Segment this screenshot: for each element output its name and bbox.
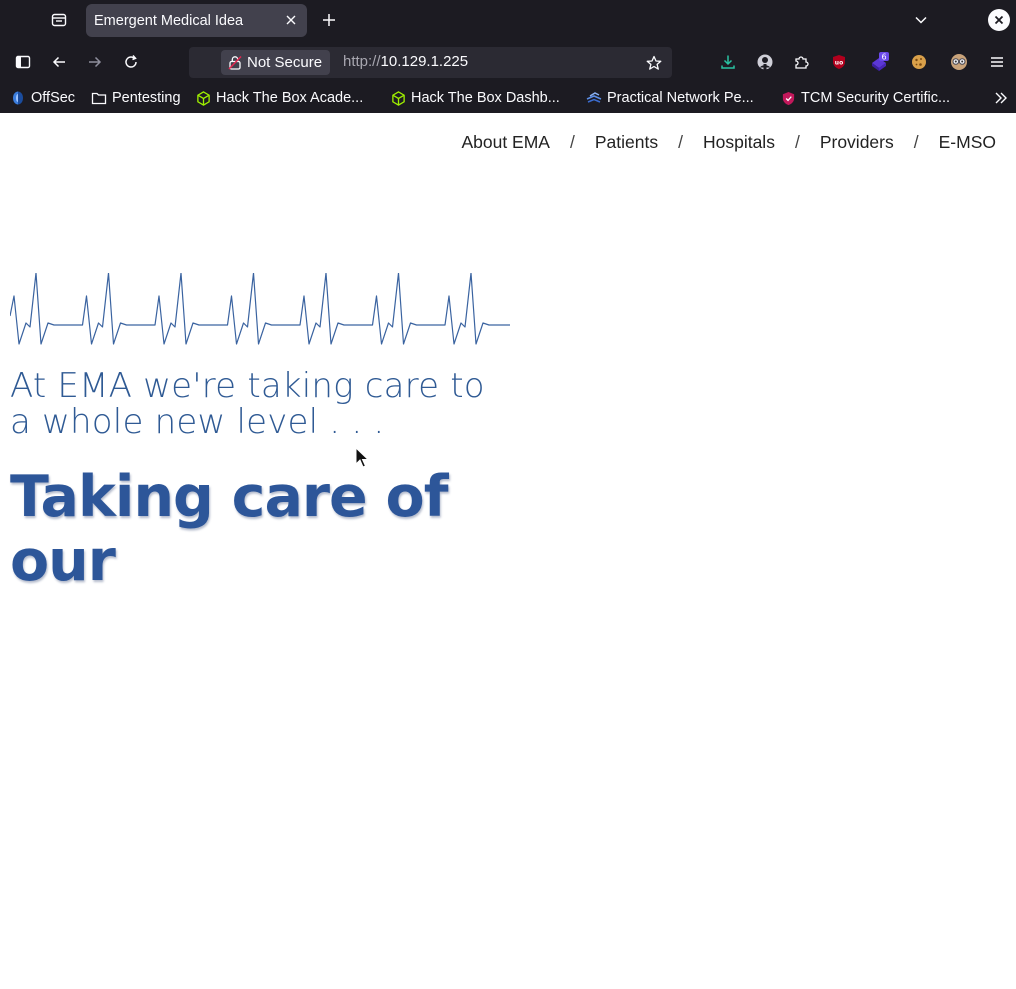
bookmark-label: Pentesting: [112, 90, 181, 106]
bookmark-htb-dashboard[interactable]: Hack The Box Dashb...: [391, 87, 560, 109]
ublock-origin-icon[interactable]: uo: [824, 47, 854, 77]
downloads-icon[interactable]: [713, 47, 743, 77]
firefox-view-icon[interactable]: [44, 5, 74, 35]
nav-separator: /: [913, 132, 919, 152]
url-host: 10.129.1.225: [380, 53, 469, 70]
extension-badge-count: 6: [881, 53, 886, 62]
nav-about-ema[interactable]: About EMA: [461, 132, 550, 153]
bookmark-label: TCM Security Certific...: [801, 90, 951, 106]
nav-patients[interactable]: Patients: [595, 132, 658, 153]
forward-arrow-icon[interactable]: [80, 47, 110, 77]
hamburger-menu-icon[interactable]: [982, 47, 1012, 77]
bookmark-label: OffSec: [31, 90, 76, 106]
extension-badge-icon[interactable]: 6: [864, 47, 894, 77]
nav-hospitals[interactable]: Hospitals: [703, 132, 775, 153]
bookmarks-toolbar: OffSec Pentesting Hack The Box Acade... …: [0, 83, 1016, 113]
window-close-icon[interactable]: [988, 9, 1010, 31]
htb-cube-icon: [392, 90, 405, 106]
htb-cube-icon: [197, 90, 210, 106]
bookmark-htb-academy[interactable]: Hack The Box Acade...: [196, 87, 363, 109]
tcm-stack-icon: [586, 92, 602, 103]
account-icon[interactable]: [750, 47, 780, 77]
url-text[interactable]: http://10.129.1.225: [343, 53, 468, 70]
bookmark-tcm-security[interactable]: TCM Security Certific...: [781, 87, 950, 109]
bookmark-label: Hack The Box Dashb...: [411, 90, 560, 106]
bookmark-offsec[interactable]: OffSec: [10, 87, 75, 109]
navigation-toolbar: Not Secure http://10.129.1.225 uo 6: [0, 41, 1016, 83]
site-nav: About EMA / Patients / Hospitals / Provi…: [461, 132, 996, 153]
offsec-icon: [13, 91, 23, 105]
tcm-shield-icon: [782, 91, 795, 105]
page-content: About EMA / Patients / Hospitals / Provi…: [0, 113, 1016, 989]
extensions-puzzle-icon[interactable]: [786, 47, 816, 77]
tab-title: Emergent Medical Idea: [94, 12, 244, 29]
svg-text:uo: uo: [835, 60, 843, 67]
bookmark-practical-network[interactable]: Practical Network Pe...: [586, 87, 754, 109]
bookmark-label: Hack The Box Acade...: [216, 90, 364, 106]
mouse-cursor-icon: [355, 447, 369, 468]
new-tab-plus-icon[interactable]: [314, 5, 344, 35]
list-all-tabs-chevron-icon[interactable]: [906, 5, 936, 35]
not-secure-badge[interactable]: Not Secure: [221, 50, 331, 75]
bookmark-star-icon[interactable]: [642, 51, 666, 75]
tab-active[interactable]: Emergent Medical Idea: [86, 4, 307, 37]
nav-separator: /: [794, 132, 800, 152]
url-bar[interactable]: Not Secure http://10.129.1.225: [189, 47, 672, 78]
nav-providers[interactable]: Providers: [820, 132, 894, 153]
url-scheme: http://: [343, 53, 381, 70]
ekg-heartbeat-line: [10, 273, 510, 345]
nav-e-mso[interactable]: E-MSO: [939, 132, 996, 153]
hero-headline: Taking care of our: [10, 464, 449, 594]
not-secure-label: Not Secure: [247, 54, 323, 71]
bookmarks-overflow-chevron-icon[interactable]: [986, 83, 1016, 113]
back-arrow-icon[interactable]: [44, 47, 74, 77]
sidebar-toggle-icon[interactable]: [8, 47, 38, 77]
insecure-lock-icon: [228, 55, 242, 74]
hero-tagline: At EMA we're taking care to a whole new …: [10, 366, 485, 442]
bookmark-pentesting-folder[interactable]: Pentesting: [91, 87, 181, 109]
folder-icon: [91, 92, 107, 105]
cookie-extension-icon[interactable]: [904, 47, 934, 77]
nav-separator: /: [678, 132, 683, 152]
tab-bar: Emergent Medical Idea: [0, 0, 1016, 41]
browser-chrome: Emergent Medical Idea Not Secure http://…: [0, 0, 1016, 113]
nav-separator: /: [569, 132, 575, 152]
reload-icon[interactable]: [116, 47, 146, 77]
tab-close-icon[interactable]: [281, 10, 301, 30]
goggles-extension-icon[interactable]: [944, 47, 974, 77]
bookmark-label: Practical Network Pe...: [607, 90, 754, 106]
